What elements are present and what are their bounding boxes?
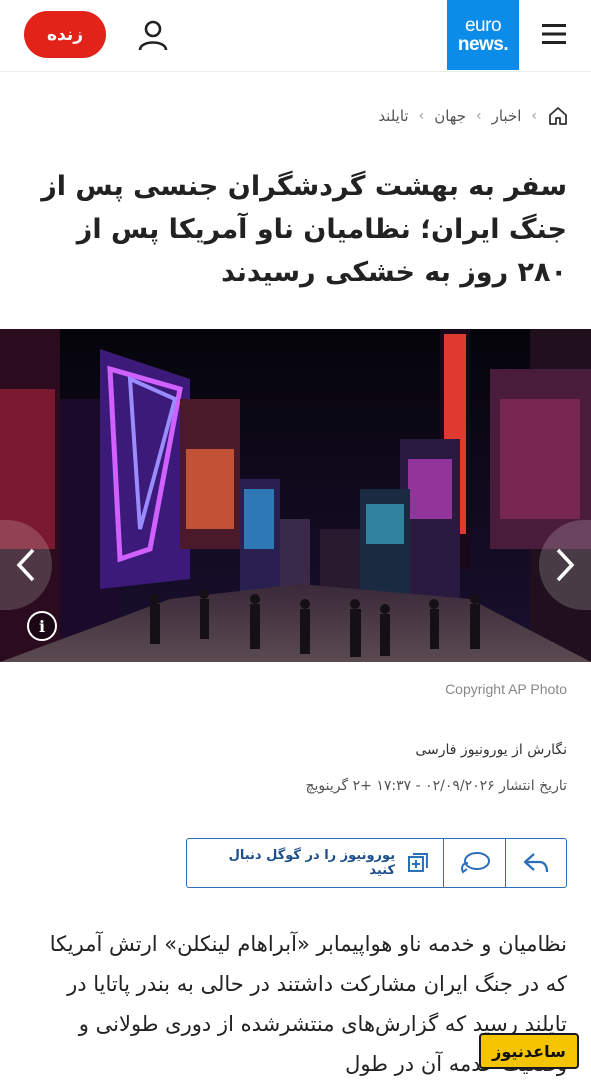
article-title: سفر به بهشت گردشگران جنسی پس از جنگ ایرا…	[41, 171, 567, 288]
chevron-left-icon	[16, 548, 35, 582]
image-copyright: Copyright AP Photo	[445, 681, 567, 697]
comments-button[interactable]	[443, 839, 505, 887]
home-icon[interactable]	[547, 105, 569, 127]
comment-icon	[460, 852, 490, 874]
article-hero-image	[0, 329, 591, 662]
publish-date: تاریخ انتشار ۰۲/۰۹/۲۰۲۶ - ۱۷:۳۷ +۲ گرینو…	[305, 778, 568, 794]
breadcrumb-item-world[interactable]: جهان	[434, 107, 466, 125]
breadcrumb: ‹ اخبار ‹ جهان ‹ تایلند	[378, 100, 569, 132]
share-button[interactable]	[505, 839, 566, 887]
site-header: زنده euro news.	[0, 0, 591, 72]
logo-line-2: news.	[457, 34, 509, 55]
live-button[interactable]: زنده	[24, 11, 106, 58]
google-follow-button[interactable]: یورونیوز را در گوگل دنبال کنید	[187, 839, 443, 887]
hamburger-menu-icon[interactable]	[540, 22, 568, 46]
share-bar: یورونیوز را در گوگل دنبال کنید	[186, 838, 567, 888]
add-source-icon	[408, 853, 429, 872]
breadcrumb-item-news[interactable]: اخبار	[492, 107, 522, 125]
euronews-logo[interactable]: euro news.	[447, 0, 519, 70]
chevron-left-icon: ‹	[531, 108, 537, 124]
chevron-right-icon	[556, 548, 575, 582]
share-arrow-icon	[523, 853, 549, 873]
logo-line-1: euro	[464, 15, 502, 36]
google-follow-label: یورونیوز را در گوگل دنبال کنید	[228, 848, 396, 878]
article-byline: نگارش از یورونیوز فارسی	[415, 742, 567, 758]
info-icon[interactable]: i	[27, 611, 57, 641]
chevron-left-icon: ‹	[418, 108, 425, 124]
breadcrumb-item-thailand[interactable]: تایلند	[378, 107, 408, 125]
chevron-left-icon: ‹	[476, 108, 482, 124]
user-icon[interactable]	[136, 18, 170, 52]
saednews-watermark: ساعدنیوز	[479, 1033, 579, 1069]
